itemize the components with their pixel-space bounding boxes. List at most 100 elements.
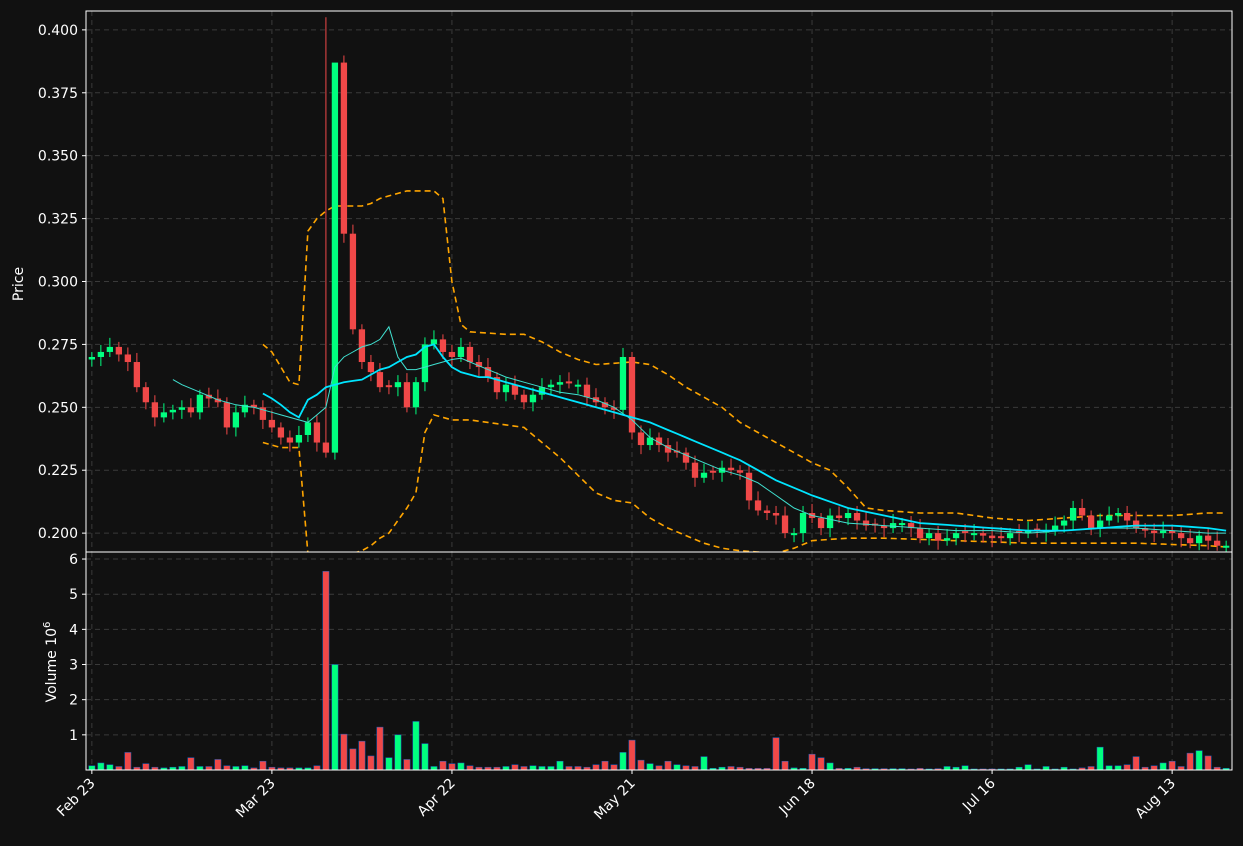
candle-body — [1177, 533, 1185, 539]
volume-bar — [313, 765, 321, 771]
candle-body — [304, 422, 312, 435]
price-tick-label: 0.225 — [38, 463, 78, 479]
candle-body — [763, 510, 771, 513]
volume-bar — [1042, 766, 1050, 771]
volume-bar — [691, 766, 699, 771]
volume-bar — [727, 766, 735, 771]
volume-tick-label: 4 — [69, 622, 78, 638]
candle-body — [1078, 507, 1086, 516]
volume-bar — [1177, 766, 1185, 771]
candle-body — [1222, 545, 1230, 548]
candle-body — [133, 362, 141, 388]
candle-body — [115, 346, 123, 355]
price-axis-label: Price — [11, 267, 27, 301]
candle-body — [1087, 515, 1095, 529]
candle-body — [457, 346, 465, 357]
volume-bar — [457, 762, 465, 771]
volume-bar — [529, 765, 537, 771]
volume-bar — [1087, 766, 1095, 771]
volume-bar — [700, 756, 708, 771]
candle-body — [448, 351, 456, 357]
candle-body — [691, 462, 699, 478]
candle-body — [1186, 538, 1194, 544]
volume-bar — [628, 739, 636, 771]
price-tick-label: 0.200 — [38, 526, 78, 542]
candle-body — [520, 394, 528, 403]
candle-body — [997, 536, 1005, 539]
volume-bar — [1168, 760, 1176, 771]
volume-bar — [592, 764, 600, 771]
volume-bar — [943, 766, 951, 771]
candle-body — [736, 470, 744, 473]
volume-bar — [808, 753, 816, 771]
candle-body — [394, 382, 402, 388]
candle-body — [565, 381, 573, 384]
price-tick-label: 0.375 — [38, 86, 78, 102]
candle-body — [88, 356, 96, 360]
candle-body — [502, 384, 510, 393]
candle-body — [295, 434, 303, 443]
volume-bar — [376, 726, 384, 771]
volume-bar — [1195, 750, 1203, 771]
volume-axis-label: Volume 106 — [42, 622, 60, 703]
price-tick-label: 0.275 — [38, 337, 78, 353]
candle-body — [637, 432, 645, 446]
candle-body — [466, 346, 474, 363]
candle-body — [1195, 535, 1203, 544]
price-tick-label: 0.300 — [38, 275, 78, 291]
volume-bar — [547, 766, 555, 771]
volume-bar — [520, 766, 528, 771]
candle-body — [268, 419, 276, 428]
candle-body — [727, 467, 735, 471]
volume-bar — [637, 759, 645, 771]
candle-body — [547, 384, 555, 388]
candle-body — [1150, 530, 1158, 534]
candle-body — [529, 394, 537, 403]
volume-bar — [466, 765, 474, 771]
volume-bar — [142, 763, 150, 771]
candle-body — [574, 384, 582, 387]
candle-body — [835, 515, 843, 519]
candle-body — [925, 533, 933, 539]
volume-bar — [1132, 756, 1140, 771]
volume-bar — [538, 766, 546, 771]
volume-bar — [187, 757, 195, 771]
candle-body — [367, 362, 375, 373]
volume-tick-label: 6 — [69, 552, 78, 568]
candle-body — [709, 470, 717, 473]
volume-bar — [430, 766, 438, 771]
candle-body — [376, 372, 384, 388]
volume-bar — [664, 760, 672, 771]
volume-bar — [214, 759, 222, 771]
candle-body — [952, 533, 960, 539]
candle-body — [853, 512, 861, 521]
candle-body — [799, 512, 807, 534]
candle-body — [790, 533, 798, 536]
candle-body — [754, 500, 762, 511]
candle-body — [961, 531, 969, 534]
volume-bar — [511, 764, 519, 771]
volume-bar — [178, 766, 186, 771]
candle-body — [745, 472, 753, 501]
volume-bar — [394, 734, 402, 771]
volume-tick-label: 2 — [69, 693, 78, 709]
candle-body — [187, 407, 195, 413]
candle-body — [169, 409, 177, 413]
volume-bar — [1159, 762, 1167, 771]
volume-bar — [448, 763, 456, 771]
volume-bar — [106, 764, 114, 771]
price-tick-label: 0.400 — [38, 23, 78, 39]
volume-bar — [349, 748, 357, 771]
volume-bar — [88, 765, 96, 771]
candle-body — [439, 339, 447, 352]
volume-bar — [1114, 765, 1122, 771]
volume-bar — [241, 765, 249, 771]
price-tick-label: 0.325 — [38, 212, 78, 228]
volume-bar — [619, 752, 627, 771]
candle-body — [322, 442, 330, 453]
volume-bar — [646, 763, 654, 771]
candle-body — [781, 515, 789, 534]
candle-body — [556, 382, 564, 385]
candle-body — [331, 62, 339, 453]
volume-bar — [97, 762, 105, 771]
